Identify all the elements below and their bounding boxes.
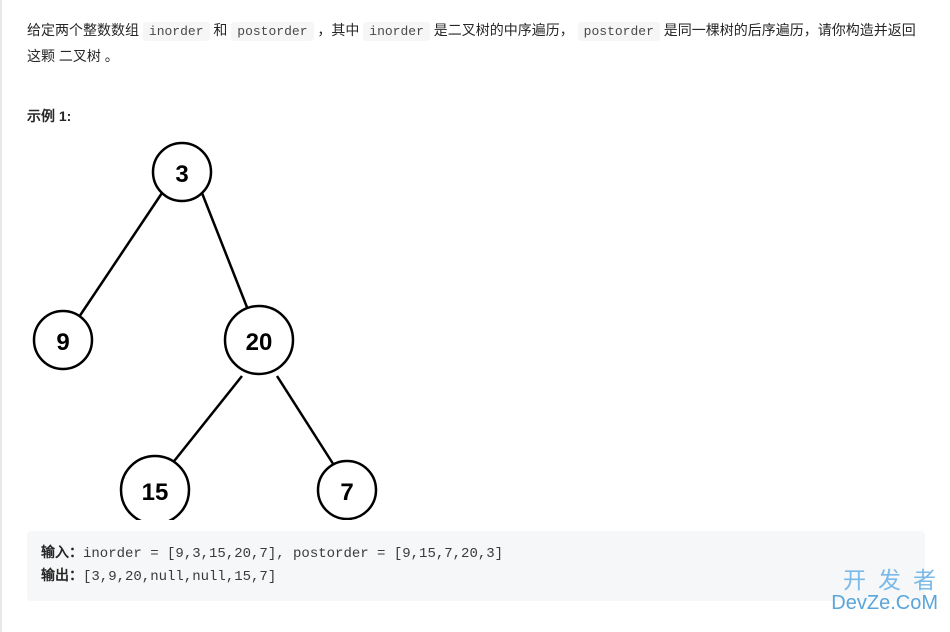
code-inorder: inorder <box>143 22 210 41</box>
desc-text: ，其中 <box>314 22 364 38</box>
desc-text: 给定两个整数数组 <box>27 22 143 38</box>
tree-svg: 3 9 20 15 7 <box>27 130 407 520</box>
input-line: 输入：inorder = [9,3,15,20,7], postorder = … <box>41 543 911 566</box>
code-postorder: postorder <box>231 22 313 41</box>
example-title: 示例 1: <box>27 106 925 126</box>
tree-node-right-right: 7 <box>340 479 353 506</box>
output-line: 输出：[3,9,20,null,null,15,7] <box>41 566 911 589</box>
tree-node-right-left: 15 <box>142 479 169 506</box>
code-postorder-2: postorder <box>578 22 660 41</box>
desc-text: 是二叉树的中序遍历， <box>430 22 578 38</box>
output-label: 输出： <box>41 569 83 585</box>
tree-node-right: 20 <box>246 329 273 356</box>
tree-node-left: 9 <box>56 329 69 356</box>
output-value: [3,9,20,null,null,15,7] <box>83 569 276 585</box>
code-inorder-2: inorder <box>363 22 430 41</box>
input-label: 输入： <box>41 546 83 562</box>
tree-node-root: 3 <box>175 161 188 188</box>
desc-text: 和 <box>210 22 232 38</box>
input-value: inorder = [9,3,15,20,7], postorder = [9,… <box>83 546 503 562</box>
problem-description: 给定两个整数数组 inorder 和 postorder ，其中 inorder… <box>27 18 925 68</box>
binary-tree-diagram: 3 9 20 15 7 <box>27 130 925 525</box>
problem-content: 给定两个整数数组 inorder 和 postorder ，其中 inorder… <box>0 0 950 632</box>
example-io-box: 输入：inorder = [9,3,15,20,7], postorder = … <box>27 531 925 601</box>
